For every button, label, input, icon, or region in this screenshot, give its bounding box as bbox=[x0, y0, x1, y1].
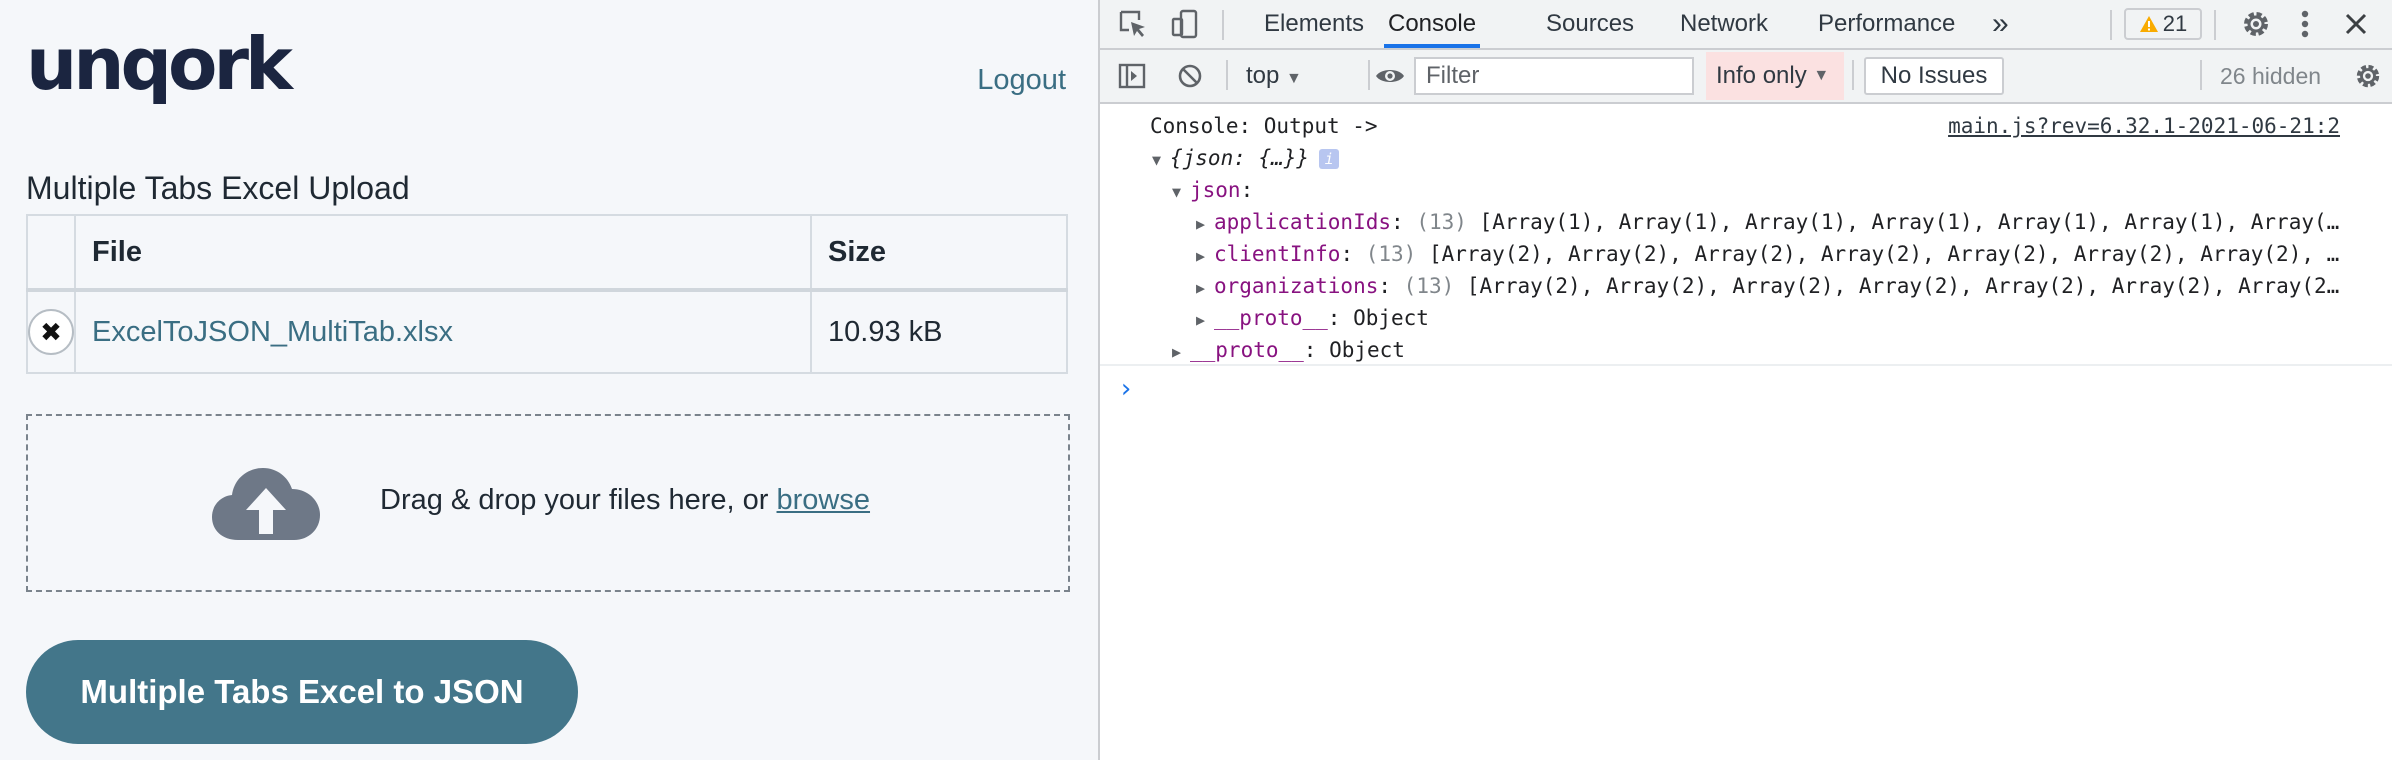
table-cell-file: ExcelToJSON_MultiTab.xlsx bbox=[74, 289, 812, 374]
client-info-row[interactable]: ▶ clientInfo: (13) [Array(2), Array(2), A… bbox=[1196, 238, 2340, 270]
info-icon: i bbox=[1319, 149, 1340, 169]
toolbar-separator bbox=[2200, 60, 2202, 90]
inspect-element-icon[interactable] bbox=[1114, 0, 1152, 48]
table-cell-remove: ✖ bbox=[26, 289, 76, 374]
toolbar-separator bbox=[2110, 10, 2112, 40]
live-expression-eye-icon[interactable] bbox=[1370, 50, 1410, 102]
dropzone-instruction: Drag & drop your files here, or bbox=[380, 484, 777, 516]
console-toolbar: top ▼ Info only ▼ No Issues 26 hidden bbox=[1100, 50, 2392, 104]
settings-gear-icon[interactable] bbox=[2236, 0, 2276, 48]
table-header-size: Size bbox=[810, 214, 1068, 292]
toolbar-separator bbox=[1852, 60, 1854, 90]
property-key: applicationIds bbox=[1214, 210, 1392, 234]
warning-icon bbox=[2139, 16, 2158, 32]
json-property-row[interactable]: ▼ json: bbox=[1172, 174, 1253, 206]
collapsed-triangle-icon: ▶ bbox=[1172, 343, 1182, 361]
collapsed-triangle-icon: ▶ bbox=[1196, 311, 1206, 329]
chevron-down-icon: ▼ bbox=[1813, 67, 1830, 84]
array-length: (13) bbox=[1416, 210, 1467, 234]
table-row: ✖ ExcelToJSON_MultiTab.xlsx 10.93 kB bbox=[26, 289, 1068, 374]
devtools-tab-bar: Elements Console Sources Network Perform… bbox=[1100, 0, 2392, 50]
collapsed-triangle-icon: ▶ bbox=[1196, 279, 1206, 297]
clear-console-icon[interactable] bbox=[1172, 50, 1208, 102]
unqork-logo: unqork bbox=[26, 22, 293, 106]
warning-count: 21 bbox=[2162, 11, 2188, 36]
property-key: organizations bbox=[1214, 274, 1379, 298]
context-select[interactable]: top ▼ bbox=[1246, 50, 1302, 102]
tab-console[interactable]: Console bbox=[1384, 0, 1481, 48]
hidden-messages-count: 26 hidden bbox=[2220, 63, 2322, 89]
object-preview: {json: {…}} bbox=[1170, 146, 1310, 170]
console-source-link[interactable]: main.js?rev=6.32.1-2021-06-21:2 bbox=[1948, 110, 2340, 142]
toolbar-separator bbox=[1222, 10, 1224, 40]
cloud-upload-icon bbox=[212, 468, 320, 540]
file-table: File Size ✖ ExcelToJSON_MultiTab.xlsx 10… bbox=[26, 214, 1068, 374]
object-root-row[interactable]: ▼ {json: {…}} i bbox=[1152, 142, 1340, 174]
tab-elements[interactable]: Elements bbox=[1264, 0, 1364, 48]
devtools-pane: Elements Console Sources Network Perform… bbox=[1098, 0, 2392, 760]
close-icon: ✖ bbox=[40, 317, 62, 347]
table-header-file: File bbox=[74, 214, 812, 292]
tab-performance[interactable]: Performance bbox=[1818, 0, 1955, 48]
context-value: top bbox=[1246, 62, 1280, 89]
toolbar-separator bbox=[1226, 60, 1228, 90]
property-value: Object bbox=[1353, 306, 1429, 330]
console-output: Console: Output -> main.js?rev=6.32.1-20… bbox=[1100, 104, 2392, 366]
property-value: Object bbox=[1329, 338, 1405, 362]
tab-sources[interactable]: Sources bbox=[1546, 0, 1634, 48]
console-filter-input[interactable] bbox=[1414, 57, 1694, 95]
array-length: (13) bbox=[1403, 274, 1455, 298]
property-key: json bbox=[1190, 178, 1241, 202]
log-level-value: Info only bbox=[1716, 62, 1807, 89]
warnings-badge[interactable]: 21 bbox=[2124, 8, 2202, 40]
convert-to-json-button[interactable]: Multiple Tabs Excel to JSON bbox=[26, 640, 578, 744]
property-key: __proto__ bbox=[1190, 338, 1304, 362]
console-sidebar-icon[interactable] bbox=[1114, 50, 1150, 102]
array-preview: [Array(2), Array(2), Array(2), Array(2),… bbox=[1466, 274, 2340, 298]
dropzone-text: Drag & drop your files here, or browse bbox=[380, 484, 870, 517]
tab-network[interactable]: Network bbox=[1680, 0, 1768, 48]
file-dropzone[interactable]: Drag & drop your files here, or browse bbox=[26, 414, 1070, 592]
kebab-menu-icon[interactable] bbox=[2290, 0, 2320, 48]
property-key: clientInfo bbox=[1214, 242, 1341, 266]
device-toolbar-icon[interactable] bbox=[1166, 0, 1204, 48]
array-preview: [Array(1), Array(1), Array(1), Array(1),… bbox=[1479, 210, 2340, 234]
more-tabs-button[interactable]: » bbox=[1992, 0, 2009, 48]
table-cell-size: 10.93 kB bbox=[810, 289, 1068, 374]
log-level-select[interactable]: Info only ▼ bbox=[1706, 52, 1844, 100]
array-length: (13) bbox=[1365, 242, 1417, 266]
expand-triangle-icon: ▼ bbox=[1172, 183, 1182, 201]
console-prompt[interactable]: › bbox=[1118, 374, 1134, 404]
issues-button[interactable]: No Issues bbox=[1864, 57, 2004, 95]
logout-link[interactable]: Logout bbox=[977, 64, 1066, 97]
collapsed-triangle-icon: ▶ bbox=[1196, 215, 1206, 233]
console-message-text: Console: Output -> bbox=[1150, 114, 1378, 138]
table-header-remove bbox=[26, 214, 76, 292]
array-preview: [Array(2), Array(2), Array(2), Array(2),… bbox=[1428, 242, 2340, 266]
application-ids-row[interactable]: ▶ applicationIds: (13) [Array(1), Array(1… bbox=[1196, 206, 2340, 238]
chevron-down-icon: ▼ bbox=[1286, 70, 1302, 87]
organizations-row[interactable]: ▶ organizations: (13) [Array(2), Array(2)… bbox=[1196, 270, 2340, 302]
expand-triangle-icon: ▼ bbox=[1152, 151, 1162, 169]
file-name-link[interactable]: ExcelToJSON_MultiTab.xlsx bbox=[92, 316, 453, 348]
outer-proto-row[interactable]: ▶ __proto__: Object bbox=[1172, 334, 1405, 366]
browse-link[interactable]: browse bbox=[777, 484, 871, 516]
upload-title: Multiple Tabs Excel Upload bbox=[26, 170, 410, 206]
console-settings-gear-icon[interactable] bbox=[2350, 50, 2386, 102]
remove-file-button[interactable]: ✖ bbox=[28, 309, 74, 355]
app-pane: unqork Logout Multiple Tabs Excel Upload… bbox=[0, 0, 1098, 760]
inner-proto-row[interactable]: ▶ __proto__: Object bbox=[1196, 302, 1429, 334]
property-key: __proto__ bbox=[1214, 306, 1328, 330]
collapsed-triangle-icon: ▶ bbox=[1196, 247, 1206, 265]
close-devtools-icon[interactable] bbox=[2336, 0, 2376, 48]
table-header-row: File Size bbox=[26, 214, 1068, 292]
toolbar-separator bbox=[2214, 10, 2216, 40]
